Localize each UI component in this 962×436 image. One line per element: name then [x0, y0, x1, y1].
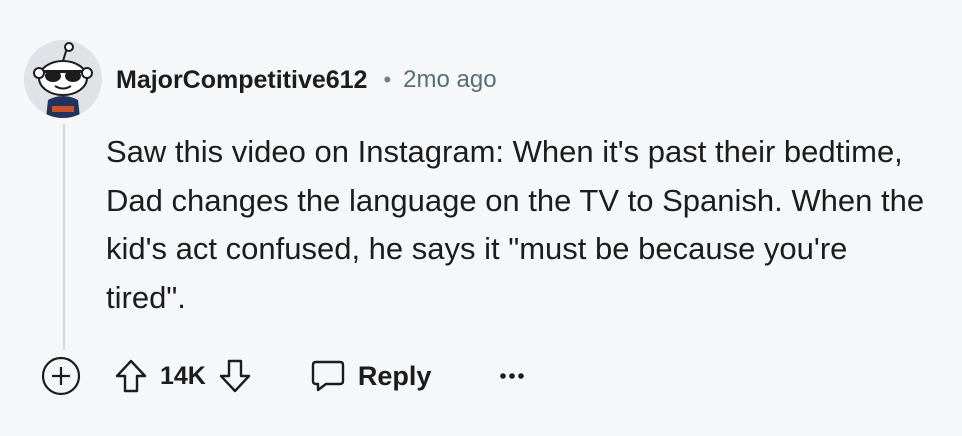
downvote-button[interactable]	[218, 358, 252, 394]
reply-button[interactable]: Reply	[310, 359, 432, 393]
username-link[interactable]: MajorCompetitive612	[116, 66, 367, 95]
meta-separator: •	[383, 67, 392, 92]
ellipsis-icon	[500, 373, 525, 379]
arrow-up-icon	[115, 359, 147, 393]
upvote-button[interactable]	[114, 358, 148, 394]
reply-label: Reply	[357, 360, 432, 391]
speech-bubble-icon	[311, 360, 345, 392]
plus-circle-icon	[41, 356, 81, 396]
more-options-button[interactable]	[499, 371, 525, 381]
timestamp[interactable]: 2mo ago	[403, 66, 496, 94]
comment-meta: MajorCompetitive612 • 2mo ago	[116, 62, 497, 98]
arrow-down-icon	[219, 359, 251, 393]
comment-body: Saw this video on Instagram: When it's p…	[106, 134, 925, 315]
thread-line[interactable]	[63, 124, 65, 350]
avatar[interactable]	[24, 40, 102, 118]
snoo-avatar-icon	[24, 40, 102, 118]
comment-actions: 14K Reply	[40, 352, 525, 400]
expand-button[interactable]	[40, 355, 82, 397]
vote-score: 14K	[160, 361, 206, 390]
